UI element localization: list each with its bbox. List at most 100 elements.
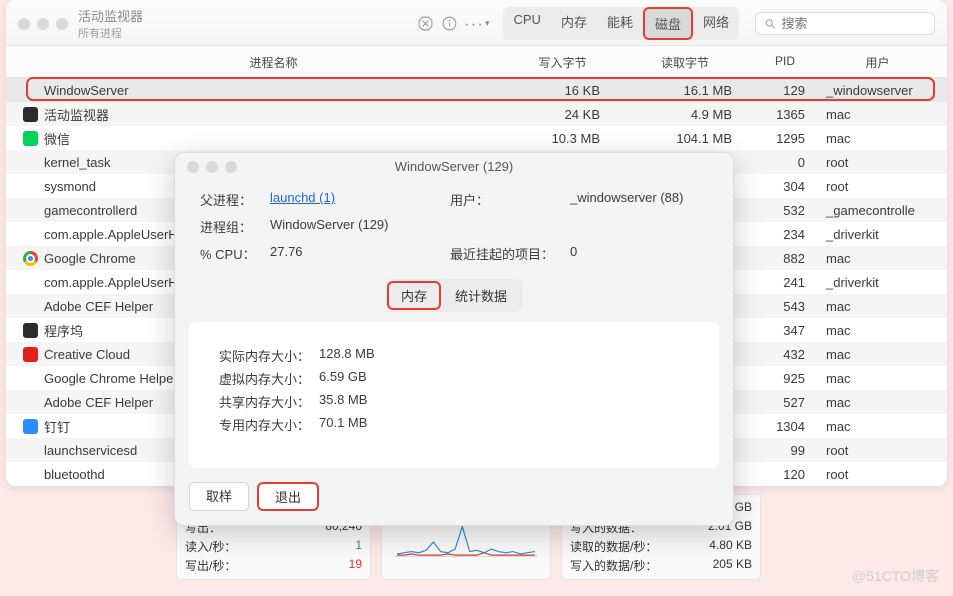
dialog-memory-panel: 实际内存大小：128.8 MB 虚拟内存大小：6.59 GB 共享内存大小：35… xyxy=(189,322,719,468)
private-mem-label: 专用内存大小： xyxy=(219,415,319,434)
dialog-tab-memory[interactable]: 内存 xyxy=(387,281,441,310)
user: mac xyxy=(820,323,935,338)
sample-button[interactable]: 取样 xyxy=(189,482,249,511)
search-icon xyxy=(764,17,776,31)
real-mem-value: 128.8 MB xyxy=(319,346,375,365)
dialog-info-grid: 父进程： launchd (1) 用户： _windowserver (88) … xyxy=(175,180,733,269)
shared-mem-value: 35.8 MB xyxy=(319,392,367,411)
recent-value: 0 xyxy=(570,244,710,263)
user-label: 用户： xyxy=(450,190,570,209)
pid: 99 xyxy=(750,443,820,458)
pid: 432 xyxy=(750,347,820,362)
user: mac xyxy=(820,131,935,146)
info-icon[interactable] xyxy=(439,13,461,35)
col-process-name[interactable]: 进程名称 xyxy=(42,54,505,71)
pid: 925 xyxy=(750,371,820,386)
stop-process-icon[interactable] xyxy=(415,13,437,35)
close-dot[interactable] xyxy=(18,18,30,30)
search-input[interactable] xyxy=(781,16,926,31)
pid: 882 xyxy=(750,251,820,266)
search-field[interactable] xyxy=(755,12,935,35)
process-name: WindowServer xyxy=(42,83,505,98)
bytes-written: 16 KB xyxy=(505,83,620,98)
pid: 234 xyxy=(750,227,820,242)
process-info-dialog: WindowServer (129) 父进程： launchd (1) 用户： … xyxy=(174,152,734,526)
user: _driverkit xyxy=(820,275,935,290)
user: mac xyxy=(820,299,935,314)
user: _gamecontrolle xyxy=(820,203,935,218)
process-name: 活动监视器 xyxy=(42,105,505,124)
bytes-read: 4.9 MB xyxy=(620,107,750,122)
parent-link[interactable]: launchd (1) xyxy=(270,190,335,205)
pid: 527 xyxy=(750,395,820,410)
private-mem-value: 70.1 MB xyxy=(319,415,367,434)
group-label: 进程组： xyxy=(200,217,270,236)
zoom-dot[interactable] xyxy=(56,18,68,30)
bytes-read: 16.1 MB xyxy=(620,83,750,98)
bytes-written: 10.3 MB xyxy=(505,131,620,146)
more-chevron-icon[interactable]: ▾ xyxy=(485,18,490,29)
quit-button[interactable]: 退出 xyxy=(259,484,317,509)
cpu-value: 27.76 xyxy=(270,244,450,263)
dialog-minimize-dot[interactable] xyxy=(206,161,218,173)
pid: 129 xyxy=(750,83,820,98)
app-title: 活动监视器 xyxy=(78,6,178,25)
parent-label: 父进程： xyxy=(200,190,270,209)
traffic-lights[interactable] xyxy=(18,18,68,30)
pid: 532 xyxy=(750,203,820,218)
more-options-icon[interactable] xyxy=(463,13,485,35)
recent-label: 最近挂起的项目： xyxy=(450,244,570,263)
pid: 1365 xyxy=(750,107,820,122)
dialog-buttons: 取样 退出 xyxy=(175,482,733,525)
bytes-written: 24 KB xyxy=(505,107,620,122)
dialog-tab-stats[interactable]: 统计数据 xyxy=(441,281,521,310)
user: _windowserver xyxy=(820,83,935,98)
pid: 241 xyxy=(750,275,820,290)
tab-disk[interactable]: 磁盘 xyxy=(643,7,693,40)
dialog-title: WindowServer (129) xyxy=(185,159,723,174)
tab-energy[interactable]: 能耗 xyxy=(597,7,643,40)
table-row[interactable]: 活动监视器24 KB4.9 MB1365mac xyxy=(6,102,947,126)
shared-mem-label: 共享内存大小： xyxy=(219,392,319,411)
dialog-zoom-dot[interactable] xyxy=(225,161,237,173)
tab-network[interactable]: 网络 xyxy=(693,7,739,40)
real-mem-label: 实际内存大小： xyxy=(219,346,319,365)
column-headers: 进程名称 写入字节 读取字节 PID 用户 xyxy=(6,46,947,78)
col-bytes-read[interactable]: 读取字节 xyxy=(620,54,750,71)
user: root xyxy=(820,467,935,482)
dialog-close-dot[interactable] xyxy=(187,161,199,173)
pid: 304 xyxy=(750,179,820,194)
group-value: WindowServer (129) xyxy=(270,217,450,236)
cpu-label: % CPU： xyxy=(200,244,270,263)
user-value: _windowserver (88) xyxy=(570,190,710,209)
user: root xyxy=(820,443,935,458)
user: root xyxy=(820,155,935,170)
minimize-dot[interactable] xyxy=(37,18,49,30)
process-name: 微信 xyxy=(42,129,505,148)
pid: 1295 xyxy=(750,131,820,146)
table-row[interactable]: WindowServer16 KB16.1 MB129_windowserver xyxy=(6,78,947,102)
watermark: @51CTO博客 xyxy=(852,566,939,586)
dialog-tabs: 内存 统计数据 xyxy=(385,279,523,312)
pid: 347 xyxy=(750,323,820,338)
dialog-titlebar: WindowServer (129) xyxy=(175,153,733,180)
user: mac xyxy=(820,107,935,122)
virt-mem-label: 虚拟内存大小： xyxy=(219,369,319,388)
tab-memory[interactable]: 内存 xyxy=(551,7,597,40)
title-group: 活动监视器 所有进程 xyxy=(78,6,178,41)
user: mac xyxy=(820,347,935,362)
user: root xyxy=(820,179,935,194)
app-subtitle: 所有进程 xyxy=(78,25,178,41)
tab-cpu[interactable]: CPU xyxy=(503,7,550,40)
pid: 0 xyxy=(750,155,820,170)
virt-mem-value: 6.59 GB xyxy=(319,369,367,388)
user: _driverkit xyxy=(820,227,935,242)
user: mac xyxy=(820,395,935,410)
col-bytes-written[interactable]: 写入字节 xyxy=(505,54,620,71)
col-pid[interactable]: PID xyxy=(750,54,820,71)
table-row[interactable]: 微信10.3 MB104.1 MB1295mac xyxy=(6,126,947,150)
col-user[interactable]: 用户 xyxy=(820,54,935,71)
user: mac xyxy=(820,371,935,386)
user: mac xyxy=(820,251,935,266)
titlebar: 活动监视器 所有进程 ▾ CPU 内存 能耗 磁盘 网络 xyxy=(6,0,947,46)
